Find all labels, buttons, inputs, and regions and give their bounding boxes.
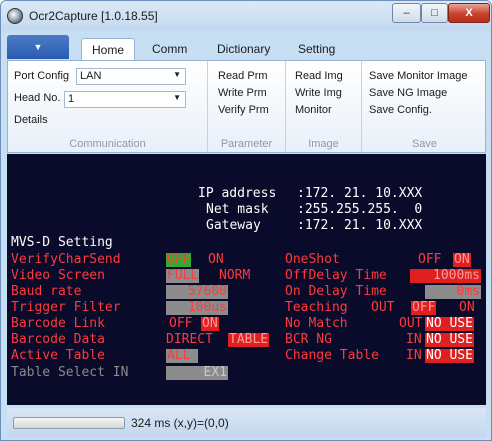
save-config-button[interactable]: Save Config.: [369, 104, 432, 116]
close-button[interactable]: X: [448, 3, 490, 23]
verify-off-option[interactable]: OFF: [166, 253, 192, 267]
chevron-down-icon: ▼: [173, 70, 181, 79]
teaching-off-option[interactable]: OFF: [411, 301, 437, 315]
teaching-label: Teaching: [285, 300, 348, 315]
port-config-select[interactable]: LAN ▼: [76, 68, 186, 85]
video-full-option[interactable]: FULL: [166, 269, 200, 283]
trigger-filter-value[interactable]: 100us: [166, 301, 228, 315]
app-icon: [7, 8, 23, 24]
bcr-ng-in-label: IN: [406, 332, 422, 347]
ip-label: IP address: [198, 186, 277, 201]
bcr-ng-value[interactable]: NO USE: [425, 333, 474, 347]
barcode-data-label: Barcode Data: [11, 332, 105, 347]
group-label: Parameter: [220, 138, 273, 150]
window-title: Ocr2Capture [1.0.18.55]: [29, 9, 158, 23]
port-config-value: LAN: [80, 70, 102, 82]
group-communication: Port Config LAN ▼ Head No. 1 ▼ Details C…: [8, 61, 208, 152]
change-table-in-label: IN: [406, 348, 422, 363]
gateway-label: Gateway: [206, 218, 261, 233]
barcode-link-on-option[interactable]: ON: [201, 317, 219, 331]
save-monitor-image-button[interactable]: Save Monitor Image: [369, 70, 467, 82]
port-config-label: Port Config: [14, 70, 70, 82]
oneshot-off-option[interactable]: OFF: [418, 253, 441, 266]
active-table-label: Active Table: [11, 348, 105, 363]
tab-setting[interactable]: Setting: [288, 38, 345, 60]
tab-home[interactable]: Home: [81, 38, 136, 60]
write-prm-button[interactable]: Write Prm: [218, 87, 267, 99]
change-table-label: Change Table: [285, 348, 379, 363]
setting-title: MVS-D Setting: [11, 235, 113, 250]
table-select-label: Table Select IN: [11, 365, 129, 380]
details-button[interactable]: Details: [14, 114, 48, 126]
bcr-ng-label: BCR NG: [285, 332, 332, 347]
teaching-out-label: OUT: [371, 300, 395, 315]
chevron-down-icon: ▼: [173, 93, 181, 102]
title-bar: Ocr2Capture [1.0.18.55] – □ X: [1, 1, 491, 31]
change-table-value[interactable]: NO USE: [425, 349, 474, 363]
offdelay-time-label: OffDelay Time: [285, 268, 387, 283]
teaching-on-option[interactable]: ON: [459, 301, 475, 314]
gateway-value: :172. 21. 10.XXX: [297, 218, 423, 233]
tab-comm[interactable]: Comm: [142, 38, 197, 60]
group-label: Image: [308, 138, 339, 150]
progress-bar: [13, 417, 125, 429]
no-match-value[interactable]: NO USE: [425, 317, 474, 331]
no-match-out-label: OUT: [399, 316, 423, 331]
group-save: Save Monitor Image Save NG Image Save Co…: [362, 61, 487, 152]
baud-rate-label: Baud rate: [11, 284, 82, 299]
group-label: Save: [411, 138, 438, 150]
monitor-screen: IP address :172. 21. 10.XXX Net mask :25…: [7, 154, 486, 405]
status-text: 324 ms (x,y)=(0,0): [131, 416, 229, 430]
head-no-value: 1: [68, 93, 75, 105]
table-select-value[interactable]: EX1: [166, 366, 228, 380]
tab-dictionary[interactable]: Dictionary: [207, 38, 280, 60]
verify-char-send-label: VerifyCharSend: [11, 252, 121, 267]
baud-rate-value[interactable]: 57600: [166, 285, 228, 299]
monitor-button[interactable]: Monitor: [295, 104, 332, 116]
netmask-value: :255.255.255. 0: [297, 202, 423, 217]
status-bar: 324 ms (x,y)=(0,0): [7, 408, 486, 438]
minimize-button[interactable]: –: [392, 3, 421, 23]
oneshot-on-option[interactable]: ON: [453, 253, 471, 267]
read-prm-button[interactable]: Read Prm: [218, 70, 268, 82]
group-label: Communication: [69, 138, 146, 150]
oneshot-label: OneShot: [285, 252, 340, 267]
no-match-label: No Match: [285, 316, 348, 331]
ondelay-time-label: On Delay Time: [285, 284, 387, 299]
group-parameter: Read Prm Write Prm Verify Prm Parameter: [208, 61, 286, 152]
trigger-filter-label: Trigger Filter: [11, 300, 121, 315]
head-no-label: Head No.: [14, 92, 61, 104]
app-window: Ocr2Capture [1.0.18.55] – □ X ▼ Home Com…: [0, 0, 492, 441]
ribbon-tabs: ▼ Home Comm Dictionary Setting: [7, 35, 485, 60]
head-no-select[interactable]: 1 ▼: [64, 91, 186, 108]
read-img-button[interactable]: Read Img: [295, 70, 343, 82]
barcode-data-table-option[interactable]: TABLE: [228, 333, 270, 347]
file-menu-button[interactable]: ▼: [7, 35, 69, 59]
active-table-value[interactable]: ALL: [166, 349, 198, 363]
netmask-label: Net mask: [206, 202, 269, 217]
maximize-button[interactable]: □: [421, 3, 448, 23]
ip-value: :172. 21. 10.XXX: [297, 186, 423, 201]
barcode-link-off-option[interactable]: OFF: [169, 317, 192, 330]
verify-on-option[interactable]: ON: [208, 253, 224, 266]
write-img-button[interactable]: Write Img: [295, 87, 342, 99]
ribbon-panel: Port Config LAN ▼ Head No. 1 ▼ Details C…: [7, 60, 486, 153]
group-image: Read Img Write Img Monitor Image: [286, 61, 362, 152]
offdelay-time-value[interactable]: 1000ms: [410, 269, 481, 283]
save-ng-image-button[interactable]: Save NG Image: [369, 87, 447, 99]
barcode-data-direct-option[interactable]: DIRECT: [166, 333, 213, 346]
barcode-link-label: Barcode Link: [11, 316, 105, 331]
verify-prm-button[interactable]: Verify Prm: [218, 104, 269, 116]
video-screen-label: Video Screen: [11, 268, 105, 283]
video-norm-option[interactable]: NORM: [219, 269, 250, 282]
ondelay-time-value[interactable]: 0ms: [425, 285, 481, 299]
